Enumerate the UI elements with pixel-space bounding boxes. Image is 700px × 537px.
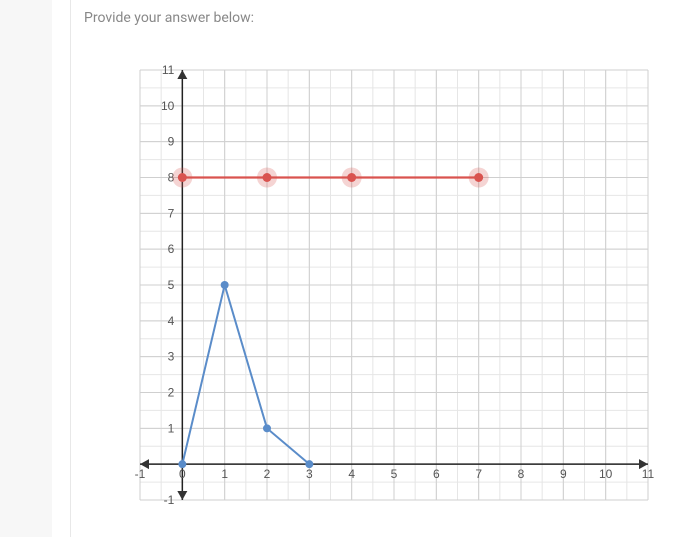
data-point [305,460,313,468]
x-tick-label: 6 [433,467,440,481]
x-tick-label: 11 [642,467,655,481]
y-tick-label: 2 [168,386,175,400]
chart-container: -101234567891011-11234567891011 [92,60,662,530]
x-tick-label: 1 [221,467,228,481]
data-point [221,281,229,289]
question-prompt: Provide your answer below: [84,10,700,26]
vertical-divider [70,0,71,537]
x-tick-label: 8 [518,467,525,481]
y-tick-label: -1 [164,493,175,507]
x-tick-label: 9 [560,467,567,481]
x-tick-label: 0 [179,467,186,481]
data-point [178,460,186,468]
x-tick-label: 4 [348,467,355,481]
x-tick-label: 2 [264,467,271,481]
x-tick-label: 5 [391,467,398,481]
y-tick-label: 10 [161,99,175,113]
data-point[interactable] [263,173,272,182]
y-tick-label: 3 [168,350,175,364]
y-tick-label: 11 [162,63,175,77]
y-tick-label: 5 [168,278,175,292]
y-tick-label: 6 [168,242,175,256]
y-tick-label: 7 [168,206,175,220]
left-margin-panel [0,0,52,537]
x-tick-label: 7 [475,467,482,481]
x-tick-label: -1 [135,467,146,481]
y-tick-label: 1 [168,421,175,435]
data-point[interactable] [347,173,356,182]
x-tick-label: 10 [599,467,613,481]
x-tick-label: 3 [306,467,313,481]
y-tick-label: 4 [168,314,175,328]
data-point[interactable] [474,173,483,182]
data-point[interactable] [178,173,187,182]
data-point [263,424,271,432]
y-tick-label: 9 [168,135,175,149]
chart-svg[interactable]: -101234567891011-11234567891011 [92,60,662,530]
